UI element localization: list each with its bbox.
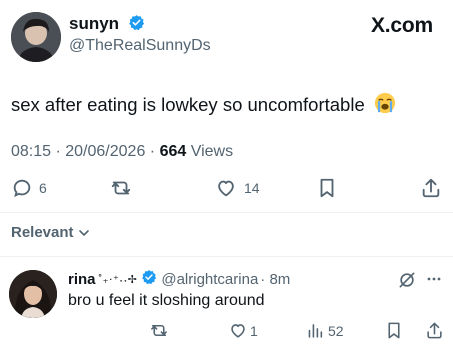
verified-badge-icon	[128, 14, 145, 36]
reply-views-button[interactable]: 52	[305, 321, 344, 340]
reply-icon	[13, 179, 31, 197]
tweet-meta: 08:15 · 20/06/2026 · 664 Views	[11, 143, 233, 161]
reply-avatar[interactable]	[9, 270, 57, 318]
tweet-body: sex after eating is lowkey so uncomforta…	[11, 94, 365, 115]
loudly-crying-face-icon	[374, 92, 396, 119]
reply-author-handle[interactable]: @alrightcarina	[161, 271, 258, 288]
verified-badge-icon	[141, 269, 157, 289]
bookmark-icon	[388, 322, 400, 339]
author-name[interactable]: sunyn	[69, 14, 145, 36]
reply-button[interactable]: 6	[11, 177, 47, 199]
share-icon	[422, 178, 440, 198]
reply-like-count: 1	[250, 322, 258, 339]
more-options-button[interactable]	[425, 270, 443, 288]
tweet-text: sex after eating is lowkey so uncomforta…	[11, 92, 396, 119]
sort-label: Relevant	[11, 224, 74, 241]
retweet-button[interactable]	[109, 177, 133, 199]
reply-author-name[interactable]: rina	[68, 271, 96, 288]
reply-time[interactable]: · 8m	[260, 271, 290, 288]
retweet-icon	[111, 181, 131, 195]
divider	[0, 256, 453, 257]
tweet-timestamp[interactable]: 08:15 · 20/06/2026 ·	[11, 143, 160, 160]
reply-author-decoration: ˚₊‧⁺˖˖✢	[98, 273, 138, 286]
heart-icon	[231, 324, 245, 338]
views-chart-icon	[308, 324, 323, 338]
share-icon	[427, 322, 442, 339]
divider	[0, 212, 453, 213]
author-handle[interactable]: @TheRealSunnyDs	[69, 37, 211, 55]
like-button[interactable]: 14	[214, 177, 260, 199]
reply-text: bro u feel it sloshing around	[68, 292, 265, 309]
reply-views-count: 52	[328, 322, 344, 339]
grok-icon	[399, 272, 415, 288]
sort-dropdown[interactable]: Relevant	[11, 224, 90, 241]
grok-button[interactable]	[397, 270, 417, 290]
reply-retweet-button[interactable]	[149, 321, 169, 340]
reply-like-button[interactable]: 1	[228, 321, 258, 340]
retweet-icon	[151, 324, 167, 337]
bookmark-icon	[320, 178, 334, 198]
heart-icon	[218, 180, 234, 197]
chevron-down-icon	[78, 229, 89, 236]
reply-count: 6	[39, 180, 47, 196]
bookmark-button[interactable]	[317, 177, 337, 199]
views-count: 664	[159, 143, 187, 160]
reply-header: rina ˚₊‧⁺˖˖✢ @alrightcarina · 8m	[68, 269, 290, 289]
more-icon	[427, 277, 441, 281]
like-count: 14	[244, 180, 260, 196]
author-avatar[interactable]	[11, 12, 61, 62]
views-label: Views	[186, 143, 234, 160]
brand-logo: X.com	[370, 14, 433, 37]
author-name-text: sunyn	[69, 14, 120, 33]
reply-share-button[interactable]	[425, 321, 444, 340]
reply-bookmark-button[interactable]	[385, 321, 403, 340]
share-button[interactable]	[420, 177, 442, 199]
